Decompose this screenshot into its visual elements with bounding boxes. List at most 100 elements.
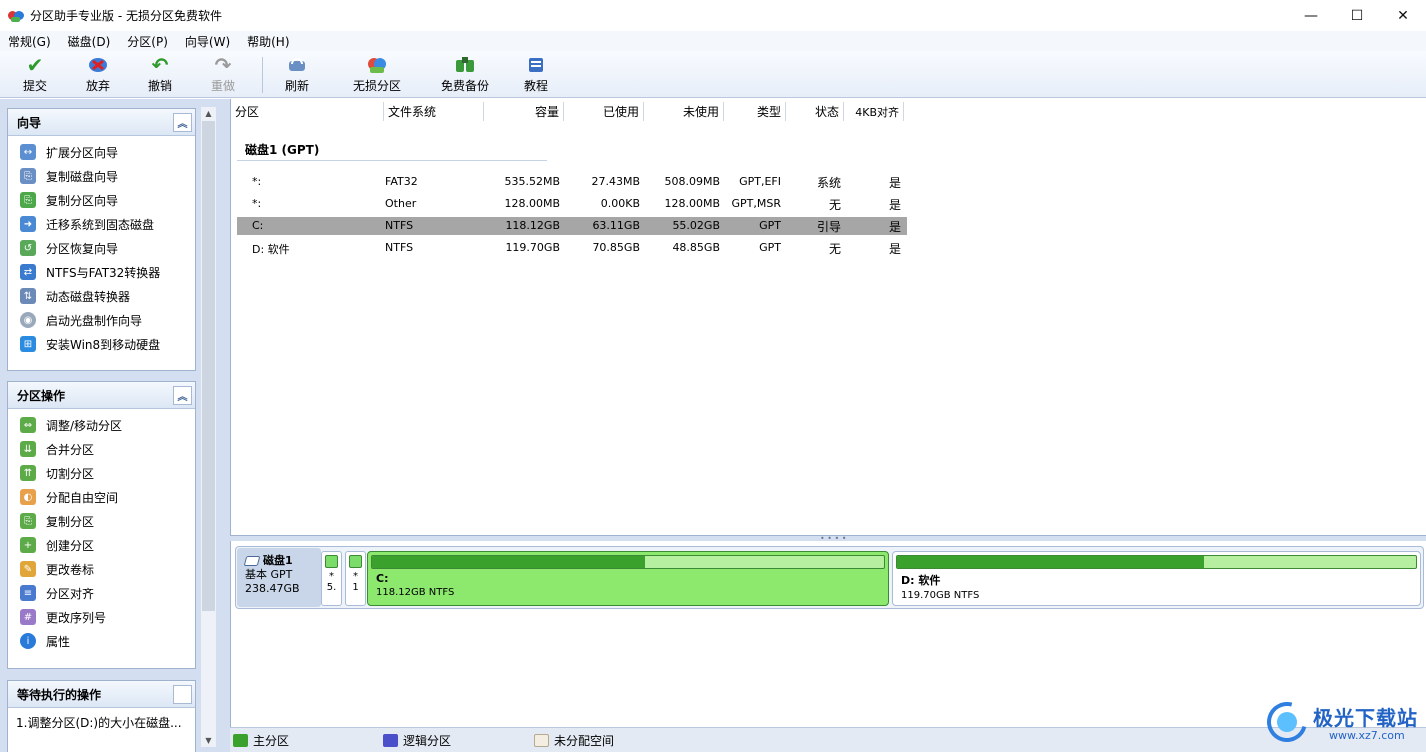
info-icon: i bbox=[20, 633, 36, 649]
disk-card[interactable]: 磁盘1 基本 GPT 238.47GB * 5. * 1 C: 118.12GB… bbox=[235, 546, 1424, 609]
legend-logical: 逻辑分区 bbox=[383, 732, 534, 749]
menu-bar: 常规(G) 磁盘(D) 分区(P) 向导(W) 帮助(H) bbox=[0, 31, 1426, 51]
toolbar-separator bbox=[262, 57, 263, 93]
minimize-button[interactable]: — bbox=[1288, 0, 1334, 31]
maximize-button[interactable]: ☐ bbox=[1334, 0, 1380, 31]
disk-group-divider bbox=[237, 160, 547, 161]
wizard-partition-recovery[interactable]: ↺ 分区恢复向导 bbox=[8, 236, 195, 260]
wizard-boot-cd[interactable]: ◉ 启动光盘制作向导 bbox=[8, 308, 195, 332]
col-unused[interactable]: 未使用 bbox=[644, 102, 724, 121]
op-change-label[interactable]: ✎ 更改卷标 bbox=[8, 557, 195, 581]
op-merge[interactable]: ⇊ 合并分区 bbox=[8, 437, 195, 461]
pie-disk-icon bbox=[366, 55, 388, 75]
partition-c-block[interactable]: C: 118.12GB NTFS bbox=[367, 551, 889, 606]
col-status[interactable]: 状态 bbox=[786, 102, 844, 121]
dynamic-disk-icon: ⇅ bbox=[20, 288, 36, 304]
scroll-thumb[interactable] bbox=[202, 121, 215, 611]
col-4kb-align[interactable]: 4KB对齐 bbox=[844, 102, 904, 121]
menu-help[interactable]: 帮助(H) bbox=[239, 33, 298, 50]
collapse-icon[interactable]: ︽ bbox=[173, 385, 192, 405]
extend-icon: ↔ bbox=[20, 144, 36, 160]
wizard-ntfs-fat32-converter[interactable]: ⇄ NTFS与FAT32转换器 bbox=[8, 260, 195, 284]
free-backup-button[interactable]: 免费备份 bbox=[435, 55, 495, 95]
menu-wizard[interactable]: 向导(W) bbox=[177, 33, 239, 50]
submit-button[interactable]: ✔ 提交 bbox=[5, 53, 65, 95]
watermark-url: www.xz7.com bbox=[1329, 729, 1405, 742]
book-icon bbox=[525, 55, 547, 75]
collapse-icon[interactable] bbox=[173, 684, 192, 704]
col-used[interactable]: 已使用 bbox=[564, 102, 644, 121]
table-row[interactable]: *: Other 128.00MB 0.00KB 128.00MB GPT,MS… bbox=[237, 195, 907, 213]
wizard-win8-usb[interactable]: ⊞ 安装Win8到移动硬盘 bbox=[8, 332, 195, 356]
col-filesystem[interactable]: 文件系统 bbox=[384, 102, 484, 121]
op-change-serial[interactable]: # 更改序列号 bbox=[8, 605, 195, 629]
allocate-icon: ◐ bbox=[20, 489, 36, 505]
split-icon: ⇈ bbox=[20, 465, 36, 481]
redo-button[interactable]: ↷ 重做 bbox=[193, 53, 253, 95]
copy-partition-icon: ⎘ bbox=[20, 192, 36, 208]
op-copy-partition[interactable]: ⎘ 复制分区 bbox=[8, 509, 195, 533]
recovery-icon: ↺ bbox=[20, 240, 36, 256]
refresh-button[interactable]: 刷新 bbox=[267, 55, 327, 95]
menu-disk[interactable]: 磁盘(D) bbox=[60, 33, 120, 50]
pending-ops-header: 等待执行的操作 bbox=[8, 681, 195, 708]
disk-name: 磁盘1 bbox=[263, 554, 293, 567]
sidebar-scrollbar[interactable]: ▲ ▼ bbox=[201, 107, 216, 747]
disk-info[interactable]: 磁盘1 基本 GPT 238.47GB bbox=[237, 548, 321, 607]
table-row[interactable]: *: FAT32 535.52MB 27.43MB 508.09MB GPT,E… bbox=[237, 173, 907, 191]
disk-type: 基本 GPT bbox=[245, 568, 293, 581]
op-split[interactable]: ⇈ 切割分区 bbox=[8, 461, 195, 485]
wizard-copy-partition[interactable]: ⎘ 复制分区向导 bbox=[8, 188, 195, 212]
window-title: 分区助手专业版 - 无损分区免费软件 bbox=[30, 9, 222, 23]
wizard-copy-disk[interactable]: ⎘ 复制磁盘向导 bbox=[8, 164, 195, 188]
efi-partition-block[interactable]: * 5. bbox=[321, 551, 342, 606]
table-row[interactable]: D: 软件 NTFS 119.70GB 70.85GB 48.85GB GPT … bbox=[237, 239, 907, 257]
discard-button[interactable]: 放弃 bbox=[68, 55, 128, 95]
tutorial-button[interactable]: 教程 bbox=[506, 55, 566, 95]
scroll-down-icon[interactable]: ▼ bbox=[201, 734, 216, 747]
refresh-icon bbox=[286, 55, 308, 75]
col-partition[interactable]: 分区 bbox=[231, 102, 384, 121]
scroll-up-icon[interactable]: ▲ bbox=[201, 107, 216, 120]
op-properties[interactable]: i 属性 bbox=[8, 629, 195, 653]
legend-unallocated: 未分配空间 bbox=[534, 732, 614, 749]
convert-icon: ⇄ bbox=[20, 264, 36, 280]
pencil-icon: ✎ bbox=[20, 561, 36, 577]
backup-icon bbox=[454, 55, 476, 75]
lossless-partition-button[interactable]: 无损分区 bbox=[347, 55, 407, 95]
op-resize-move[interactable]: ⇔ 调整/移动分区 bbox=[8, 413, 195, 437]
partition-d-block[interactable]: D: 软件 119.70GB NTFS bbox=[892, 551, 1421, 606]
col-type[interactable]: 类型 bbox=[724, 102, 786, 121]
msr-partition-block[interactable]: * 1 bbox=[345, 551, 366, 606]
menu-partition[interactable]: 分区(P) bbox=[119, 33, 177, 50]
menu-general[interactable]: 常规(G) bbox=[0, 33, 60, 50]
primary-swatch bbox=[233, 733, 248, 747]
op-align[interactable]: ≡ 分区对齐 bbox=[8, 581, 195, 605]
op-create-partition[interactable]: + 创建分区 bbox=[8, 533, 195, 557]
title-bar: 分区助手专业版 - 无损分区免费软件 — ☐ ✕ bbox=[0, 0, 1426, 31]
app-logo-icon bbox=[8, 8, 24, 24]
close-button[interactable]: ✕ bbox=[1380, 0, 1426, 31]
collapse-icon[interactable]: ︽ bbox=[173, 112, 192, 132]
vertical-splitter[interactable] bbox=[218, 99, 230, 752]
watermark-name: 极光下载站 bbox=[1313, 706, 1418, 730]
unallocated-swatch bbox=[534, 733, 549, 747]
pending-ops-panel: 等待执行的操作 1.调整分区(D:)的大小在磁盘... bbox=[7, 680, 196, 752]
wizard-panel: 向导 ︽ ↔ 扩展分区向导 ⎘ 复制磁盘向导 ⎘ 复制分区向导 ➜ 迁移系统到固态磁盘 … bbox=[7, 108, 196, 371]
hard-disk-icon bbox=[243, 556, 261, 566]
partition-ops-panel: 分区操作 ︽ ⇔ 调整/移动分区 ⇊ 合并分区 ⇈ 切割分区 ◐ 分配自由空间 ⎘ 复制分… bbox=[7, 381, 196, 669]
op-allocate-free-space[interactable]: ◐ 分配自由空间 bbox=[8, 485, 195, 509]
left-sidebar: 向导 ︽ ↔ 扩展分区向导 ⎘ 复制磁盘向导 ⎘ 复制分区向导 ➜ 迁移系统到固态磁盘 … bbox=[0, 99, 218, 752]
table-row-selected[interactable]: C: NTFS 118.12GB 63.11GB 55.02GB GPT 引导 … bbox=[237, 217, 907, 235]
pending-item[interactable]: 1.调整分区(D:)的大小在磁盘... bbox=[8, 708, 195, 737]
usage-bar bbox=[349, 555, 362, 568]
migrate-icon: ➜ bbox=[20, 216, 36, 232]
wizard-extend-partition[interactable]: ↔ 扩展分区向导 bbox=[8, 140, 195, 164]
undo-button[interactable]: ↶ 撤销 bbox=[130, 53, 190, 95]
discard-icon bbox=[87, 55, 109, 75]
col-capacity[interactable]: 容量 bbox=[484, 102, 564, 121]
table-header: 分区 文件系统 容量 已使用 未使用 类型 状态 4KB对齐 bbox=[231, 102, 904, 121]
windows-icon: ⊞ bbox=[20, 336, 36, 352]
wizard-migrate-ssd[interactable]: ➜ 迁移系统到固态磁盘 bbox=[8, 212, 195, 236]
wizard-dynamic-disk-converter[interactable]: ⇅ 动态磁盘转换器 bbox=[8, 284, 195, 308]
